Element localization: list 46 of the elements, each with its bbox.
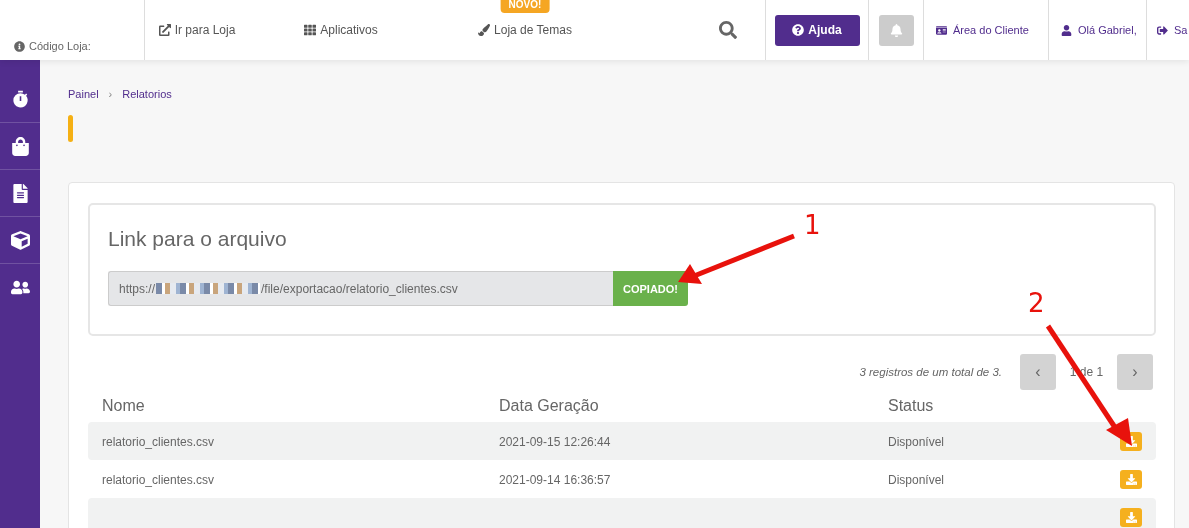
table-cell: 2021-09-14 16:36:57	[499, 473, 611, 487]
breadcrumb-link[interactable]: Relatorios	[122, 88, 172, 100]
shopping-bag-icon	[10, 136, 30, 156]
info-icon	[14, 40, 25, 52]
panel-title: Link para o arquivo	[108, 227, 288, 251]
column-header: Data Geração	[499, 397, 600, 415]
accent-bar	[68, 115, 73, 142]
header-link[interactable]: Sa	[1157, 24, 1188, 36]
records-summary: 3 registros de um total de 3.	[859, 366, 1002, 378]
user-icon	[1061, 24, 1072, 36]
grid-icon	[304, 24, 317, 36]
new-badge: NOVO!	[500, 0, 550, 13]
breadcrumb-link[interactable]: Painel	[68, 88, 99, 100]
annotation-number: 1	[804, 210, 821, 240]
annotation-number: 2	[1028, 288, 1045, 318]
column-header: Status	[888, 397, 935, 415]
search-button[interactable]	[719, 21, 737, 39]
question-icon	[792, 24, 805, 36]
cube-icon	[10, 230, 30, 250]
next-page-button[interactable]: ›	[1117, 354, 1153, 390]
document-icon	[10, 183, 30, 203]
header-link[interactable]: Olá Gabriel,	[1061, 24, 1137, 36]
header-link[interactable]: Área do Cliente	[936, 24, 1029, 36]
bell-icon	[889, 23, 903, 37]
sign-out-icon	[1157, 24, 1168, 36]
store-code-label: Código Loja:	[14, 40, 91, 52]
previous-page-button[interactable]: ‹	[1020, 354, 1056, 390]
id-card-icon	[936, 24, 947, 36]
external-link-icon	[158, 24, 171, 36]
table-cell: relatorio_clientes.csv	[102, 435, 215, 449]
nav-link[interactable]: Ir para Loja	[158, 23, 236, 37]
brush-icon	[478, 24, 491, 36]
stopwatch-icon	[10, 89, 30, 109]
table-cell: relatorio_clientes.csv	[102, 473, 215, 487]
search-icon	[719, 21, 737, 39]
download-icon	[1125, 511, 1137, 523]
link-field[interactable]: https:// /file/exportacao/relatorio_clientes.csv	[108, 271, 613, 306]
table-cell: Disponível	[888, 473, 945, 487]
table-cell: 2021-09-15 12:26:44	[499, 435, 611, 449]
people-icon	[10, 278, 30, 297]
nav-link[interactable]: Aplicativos	[304, 23, 378, 37]
download-icon	[1125, 473, 1137, 485]
table-cell: Disponível	[888, 435, 945, 449]
help-button[interactable]: Ajuda	[774, 14, 860, 46]
column-header: Nome	[102, 397, 146, 415]
breadcrumb-separator: ›	[108, 88, 113, 100]
